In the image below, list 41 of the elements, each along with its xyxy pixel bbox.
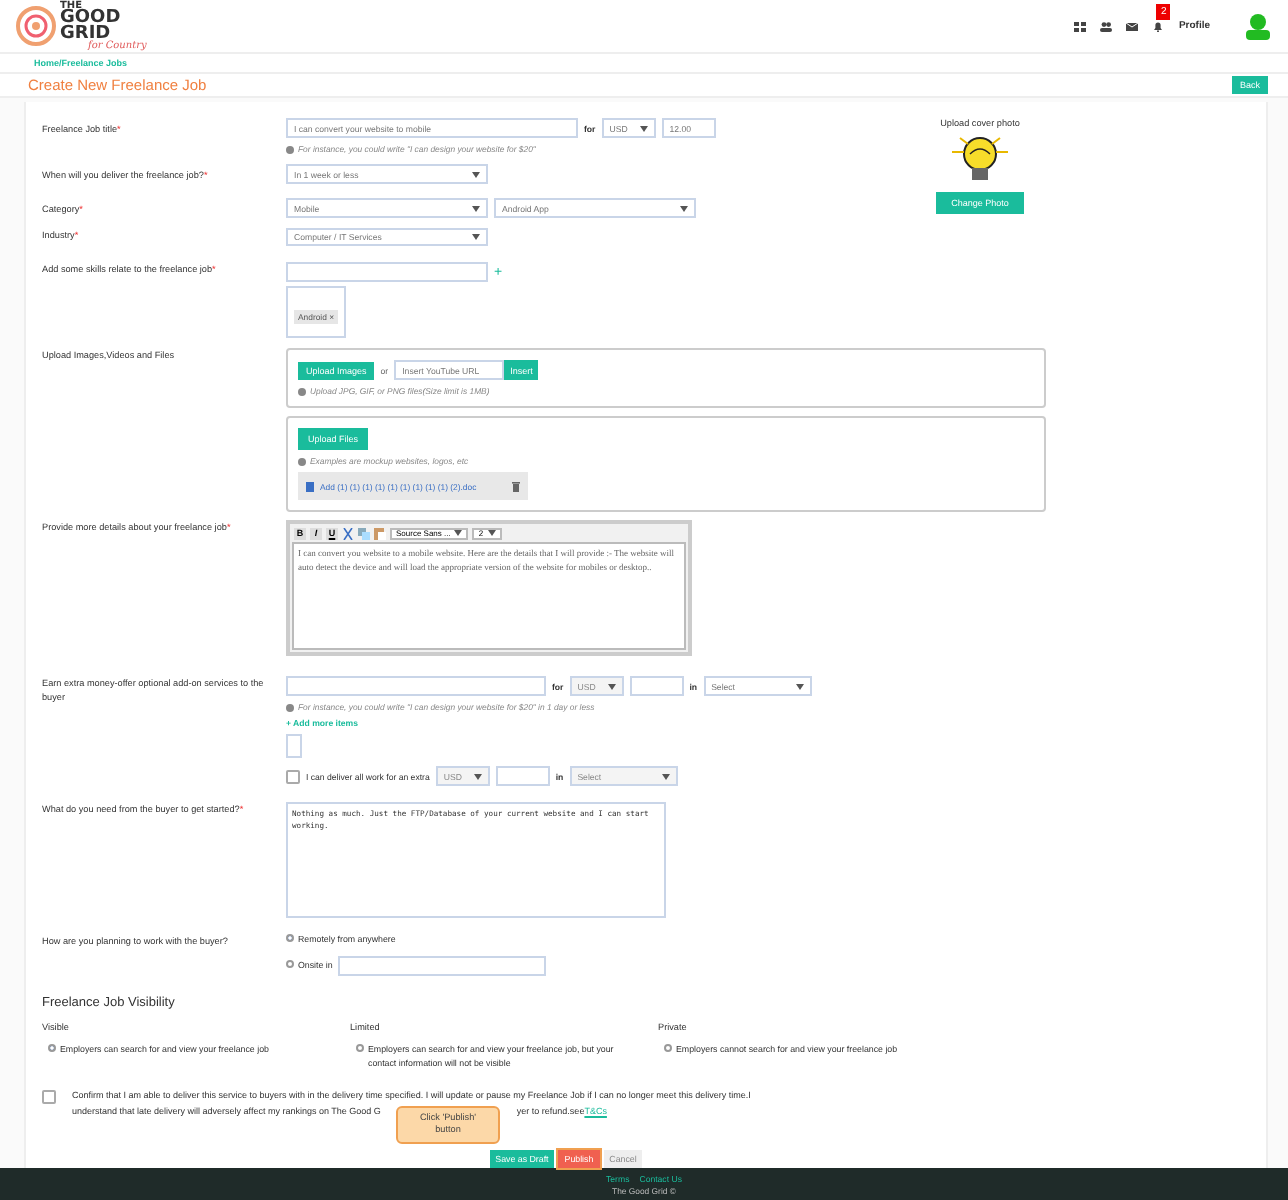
caret-icon — [487, 530, 496, 537]
confirm-checkbox[interactable] — [42, 1089, 56, 1104]
info-icon — [286, 703, 294, 712]
radio-icon[interactable] — [356, 1044, 364, 1053]
caret-icon — [454, 530, 463, 537]
extra-checkbox[interactable] — [286, 769, 300, 784]
grid-icon[interactable] — [1074, 21, 1087, 32]
logo-text: GRID — [60, 26, 111, 43]
addon-field[interactable] — [286, 676, 546, 697]
addon-days-field[interactable] — [286, 734, 302, 759]
radio-icon[interactable] — [286, 934, 294, 943]
logo-icon — [16, 4, 56, 49]
skills-field[interactable] — [286, 262, 488, 283]
users-icon[interactable] — [1100, 21, 1113, 32]
caret-icon — [472, 171, 480, 178]
radio-icon[interactable] — [48, 1044, 56, 1053]
caret-icon — [607, 683, 616, 690]
info-icon — [298, 387, 306, 396]
info-icon — [286, 145, 294, 154]
caret-icon — [639, 125, 648, 132]
caret-icon — [472, 234, 480, 241]
caret-icon — [473, 773, 482, 780]
onsite-field[interactable] — [338, 956, 547, 977]
info-icon — [298, 457, 306, 466]
bell-icon[interactable] — [1152, 21, 1165, 32]
caret-icon — [795, 683, 804, 690]
price-field[interactable] — [629, 676, 684, 697]
caret-icon — [472, 205, 480, 212]
paste-icon[interactable] — [374, 527, 386, 540]
radio-icon[interactable] — [664, 1044, 672, 1053]
rich-text-editor[interactable] — [286, 520, 692, 657]
copy-icon[interactable] — [358, 527, 370, 540]
radio-icon[interactable] — [286, 960, 294, 969]
mail-icon[interactable] — [1126, 21, 1139, 32]
price-field[interactable] — [495, 766, 550, 787]
trash-icon[interactable] — [512, 481, 520, 492]
caret-icon — [680, 205, 688, 212]
caret-icon — [661, 773, 670, 780]
logo-text: GOOD — [60, 10, 123, 27]
avatar-icon[interactable] — [1244, 12, 1272, 41]
document-icon — [306, 481, 314, 492]
